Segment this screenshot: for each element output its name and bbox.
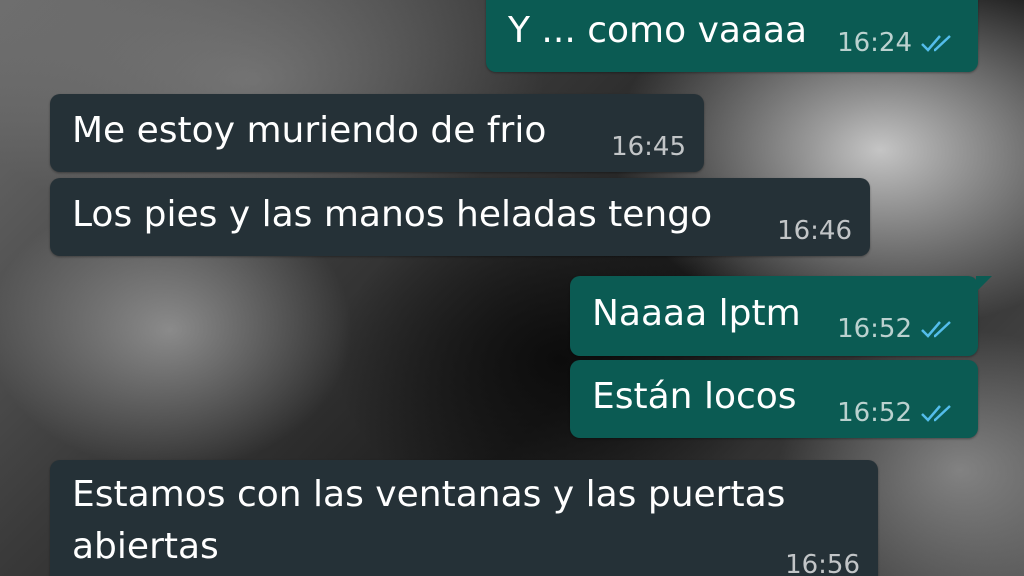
message-text: Y ... como vaaaa — [508, 10, 808, 51]
double-check-icon — [921, 405, 951, 422]
message-meta: 16:24 — [837, 22, 960, 64]
message-meta: 16:46 — [777, 210, 852, 252]
chat-screen: Y ... como vaaaa 16:24 Me estoy muriendo… — [0, 0, 1024, 576]
message-time: 16:46 — [777, 216, 852, 246]
message-bubble-incoming[interactable]: Estamos con las ventanas y las puertas a… — [50, 460, 878, 576]
message-text: Naaaa lptm — [592, 293, 801, 334]
message-time: 16:52 — [837, 398, 912, 428]
message-meta: 16:52 — [837, 308, 960, 350]
message-bubble-incoming[interactable]: Los pies y las manos heladas tengo 16:46 — [50, 178, 870, 256]
message-time: 16:56 — [785, 550, 860, 576]
message-time: 16:24 — [837, 28, 912, 58]
message-text: Los pies y las manos heladas tengo — [72, 194, 713, 235]
message-bubble-outgoing[interactable]: Naaaa lptm 16:52 — [570, 276, 992, 356]
message-bubble-outgoing[interactable]: Y ... como vaaaa 16:24 — [486, 0, 978, 72]
message-text-line-2: abiertas — [72, 526, 219, 567]
bubble-tail — [976, 276, 992, 292]
double-check-icon — [921, 321, 951, 338]
message-meta: 16:56 — [785, 544, 860, 576]
message-meta: 16:52 — [837, 392, 960, 434]
message-time: 16:52 — [837, 314, 912, 344]
message-time: 16:45 — [611, 132, 686, 162]
message-text-line-1: Estamos con las ventanas y las puertas — [72, 474, 786, 515]
message-bubble-outgoing[interactable]: Están locos 16:52 — [570, 360, 978, 438]
message-meta: 16:45 — [611, 126, 686, 168]
message-text: Me estoy muriendo de frio — [72, 110, 547, 151]
message-text: Están locos — [592, 376, 797, 417]
double-check-icon — [921, 35, 951, 52]
message-bubble-incoming[interactable]: Me estoy muriendo de frio 16:45 — [50, 94, 704, 172]
